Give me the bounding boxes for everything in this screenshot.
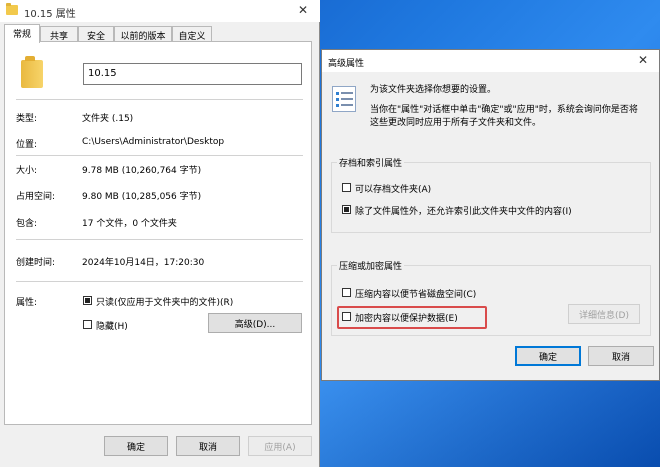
archive-group-title: 存档和索引属性 [337, 156, 405, 169]
tab-security[interactable]: 安全 [78, 26, 114, 42]
details-button[interactable]: 详细信息(D) [568, 304, 640, 324]
dialog-title: 高级属性 [328, 59, 365, 69]
apply-button[interactable]: 应用(A) [248, 436, 312, 456]
disk-size-label: 占用空间: [16, 192, 56, 202]
created-label: 创建时间: [16, 258, 56, 268]
close-icon[interactable]: ✕ [298, 3, 308, 17]
advanced-button[interactable]: 高级(D)... [208, 313, 302, 333]
dialog-cancel-button[interactable]: 取消 [588, 346, 654, 366]
archive-checkbox[interactable] [342, 183, 351, 192]
folder-icon [6, 3, 18, 15]
tab-previous-versions[interactable]: 以前的版本 [114, 26, 172, 42]
location-label: 位置: [16, 140, 38, 150]
archive-label[interactable]: 可以存档文件夹(A) [355, 182, 431, 195]
divider [16, 239, 303, 240]
encrypt-highlight [337, 306, 487, 329]
disk-size-value: 9.80 MB (10,285,056 字节) [82, 192, 202, 202]
type-label: 类型: [16, 114, 38, 124]
description-line-1: 当你在"属性"对话框中单击"确定"或"应用"时，系统会询问你是否将 [370, 105, 638, 115]
index-label[interactable]: 除了文件属性外，还允许索引此文件夹中文件的内容(I) [355, 204, 572, 217]
window-title: 10.15 属性 [24, 9, 76, 20]
size-value: 9.78 MB (10,260,764 字节) [82, 166, 202, 176]
tab-sharing[interactable]: 共享 [40, 26, 78, 42]
location-value: C:\Users\Administrator\Desktop [82, 137, 225, 147]
type-value: 文件夹 (.15) [82, 114, 134, 124]
general-tab-panel: 10.15 类型: 文件夹 (.15) 位置: C:\Users\Adminis… [4, 41, 312, 425]
readonly-label[interactable]: 只读(仅应用于文件夹中的文件)(R) [96, 295, 233, 308]
hidden-checkbox[interactable] [83, 320, 92, 329]
description-line-2: 这些更改同时应用于所有子文件夹和文件。 [370, 118, 542, 128]
compress-label[interactable]: 压缩内容以便节省磁盘空间(C) [355, 287, 476, 300]
divider [16, 99, 303, 100]
compress-group-title: 压缩或加密属性 [337, 259, 405, 272]
properties-checklist-icon [332, 86, 356, 112]
tab-general[interactable]: 常规 [4, 24, 40, 43]
tab-customize[interactable]: 自定义 [172, 26, 212, 42]
size-label: 大小: [16, 166, 38, 176]
cancel-button[interactable]: 取消 [176, 436, 240, 456]
close-icon[interactable]: ✕ [638, 53, 648, 67]
created-value: 2024年10月14日，17:20:30 [82, 258, 205, 268]
intro-text: 为该文件夹选择你想要的设置。 [370, 85, 497, 95]
attributes-label: 属性: [16, 298, 38, 308]
dialog-ok-button[interactable]: 确定 [515, 346, 581, 366]
divider [16, 155, 303, 156]
compress-checkbox[interactable] [342, 288, 351, 297]
folder-properties-window: 10.15 属性 ✕ 常规 共享 安全 以前的版本 自定义 10.15 类型: … [0, 0, 320, 467]
folder-name-input[interactable]: 10.15 [83, 63, 302, 85]
advanced-titlebar: 高级属性 ✕ [322, 50, 659, 72]
archive-index-group [331, 162, 651, 233]
ok-button[interactable]: 确定 [104, 436, 168, 456]
divider [16, 281, 303, 282]
advanced-attributes-dialog: 高级属性 ✕ 为该文件夹选择你想要的设置。 当你在"属性"对话框中单击"确定"或… [321, 49, 660, 381]
hidden-label[interactable]: 隐藏(H) [96, 319, 128, 332]
properties-titlebar: 10.15 属性 ✕ [0, 0, 320, 22]
contains-label: 包含: [16, 219, 38, 229]
index-checkbox[interactable] [342, 205, 351, 214]
folder-icon [21, 56, 43, 88]
contains-value: 17 个文件，0 个文件夹 [82, 219, 177, 229]
readonly-checkbox[interactable] [83, 296, 92, 305]
